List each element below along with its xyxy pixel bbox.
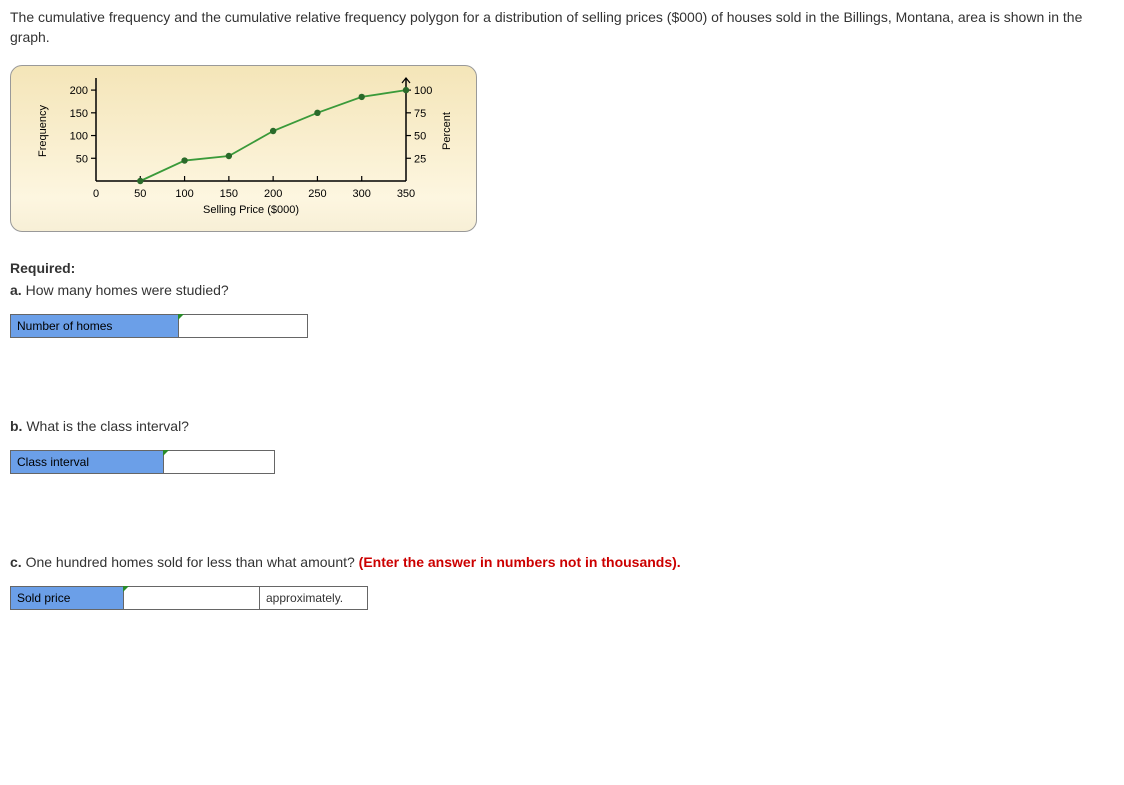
cumulative-chart: 50 100 150 200 25 50 75 100 0 50 100 150 200 250 300 35…: [11, 66, 476, 231]
answer-row-c: Sold price approximately.: [10, 586, 1114, 610]
intro-text: The cumulative frequency and the cumulat…: [10, 8, 1114, 47]
svg-text:50: 50: [414, 131, 426, 143]
qc-input-cell: [124, 586, 260, 610]
svg-text:100: 100: [175, 188, 193, 200]
qc-text: One hundred homes sold for less than wha…: [22, 554, 359, 570]
svg-text:300: 300: [353, 188, 371, 200]
svg-text:200: 200: [264, 188, 282, 200]
indicator-icon: [163, 450, 169, 456]
svg-text:100: 100: [70, 131, 88, 143]
svg-text:Percent: Percent: [441, 112, 453, 150]
answer-row-a: Number of homes: [10, 314, 1114, 338]
qc-note: (Enter the answer in numbers not in thou…: [359, 554, 681, 570]
qc-prefix: c.: [10, 554, 22, 570]
qa-label: Number of homes: [10, 314, 179, 338]
chart-container: 50 100 150 200 25 50 75 100 0 50 100 150 200 250 300 35…: [10, 65, 477, 232]
svg-text:200: 200: [70, 85, 88, 97]
svg-text:350: 350: [397, 188, 415, 200]
question-b: b. What is the class interval?: [10, 418, 1114, 434]
qc-suffix: approximately.: [260, 586, 368, 610]
qb-label: Class interval: [10, 450, 164, 474]
svg-text:50: 50: [134, 188, 146, 200]
question-a: a. How many homes were studied?: [10, 282, 1114, 298]
svg-text:Frequency: Frequency: [37, 105, 49, 157]
svg-text:Selling Price ($000): Selling Price ($000): [203, 204, 299, 216]
svg-text:250: 250: [308, 188, 326, 200]
svg-text:75: 75: [414, 108, 426, 120]
indicator-icon: [123, 586, 129, 592]
qc-label: Sold price: [10, 586, 124, 610]
indicator-icon: [178, 314, 184, 320]
qb-input-cell: [164, 450, 275, 474]
svg-text:150: 150: [220, 188, 238, 200]
qc-input[interactable]: [124, 587, 259, 609]
svg-text:0: 0: [93, 188, 99, 200]
answer-row-b: Class interval: [10, 450, 1114, 474]
qb-prefix: b.: [10, 418, 22, 434]
qb-text: What is the class interval?: [22, 418, 189, 434]
question-c: c. One hundred homes sold for less than …: [10, 554, 1114, 570]
qa-input-cell: [179, 314, 308, 338]
svg-text:25: 25: [414, 153, 426, 165]
required-heading: Required:: [10, 260, 1114, 276]
svg-text:150: 150: [70, 108, 88, 120]
svg-text:100: 100: [414, 85, 432, 97]
svg-text:50: 50: [76, 153, 88, 165]
qa-input[interactable]: [179, 315, 307, 337]
qa-text: How many homes were studied?: [22, 282, 229, 298]
qa-prefix: a.: [10, 282, 22, 298]
qb-input[interactable]: [164, 451, 274, 473]
